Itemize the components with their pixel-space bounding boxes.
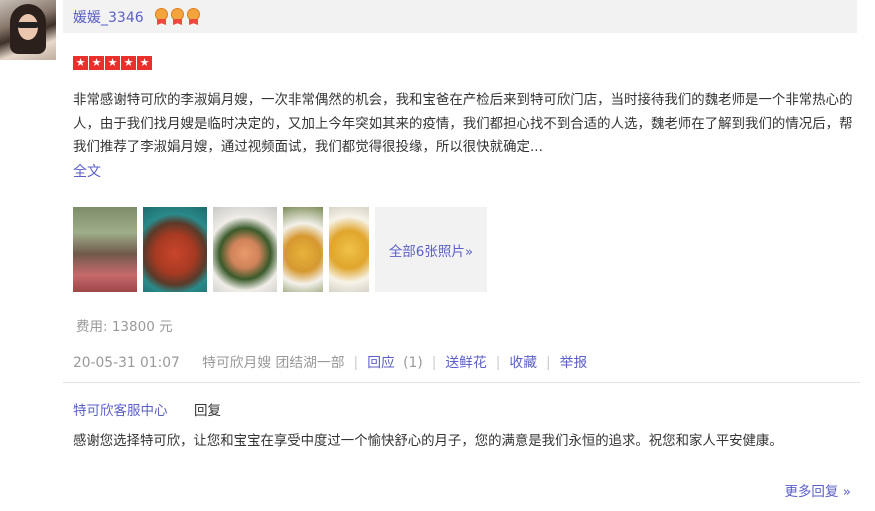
report-link[interactable]: 举报 (560, 351, 588, 371)
photo-thumbnail[interactable] (73, 207, 137, 292)
collect-link[interactable]: 收藏 (509, 351, 537, 371)
photo-thumbnail[interactable] (213, 207, 277, 292)
reply-count: (1) (403, 355, 423, 371)
medal-icon (154, 8, 169, 25)
reply-text: 感谢您选择特可欣，让您和宝宝在享受中度过一个愉快舒心的月子，您的满意是我们永恒的… (73, 434, 783, 449)
medal-icon (170, 8, 185, 25)
reply-link[interactable]: 回应 (367, 351, 395, 371)
star-icon: ★ (73, 56, 88, 70)
branch-name: 特可欣月嫂 团结湖一部 (202, 355, 345, 371)
separator: | (353, 355, 359, 371)
review-meta: 20-05-31 01:07 特可欣月嫂 团结湖一部 | 回应 (1) | 送鲜花 | 收藏… (73, 351, 587, 371)
send-flower-link[interactable]: 送鲜花 (445, 351, 486, 371)
review-date: 20-05-31 01:07 (73, 355, 180, 371)
full-text-link[interactable]: 全文 (73, 161, 101, 181)
separator: | (431, 355, 437, 371)
medal-badges (154, 8, 201, 25)
photo-thumbnail[interactable] (143, 207, 207, 292)
all-photos-link[interactable]: 全部6张照片» (375, 207, 487, 292)
username[interactable]: 媛媛_3346 (73, 7, 144, 27)
reply-label: 回复 (194, 403, 221, 419)
photo-thumbnail[interactable] (283, 207, 323, 292)
star-icon: ★ (121, 56, 136, 70)
separator: | (546, 355, 551, 371)
separator: | (495, 355, 501, 371)
star-rating: ★ ★ ★ ★ ★ (73, 56, 152, 70)
star-icon: ★ (137, 56, 152, 70)
divider (63, 382, 860, 383)
star-icon: ★ (105, 56, 120, 70)
avatar[interactable] (0, 0, 56, 60)
review-text: 非常感谢特可欣的李淑娟月嫂，一次非常偶然的机会，我和宝爸在产检后来到特可欣门店，… (73, 93, 853, 155)
avatar-sunglasses (17, 22, 39, 28)
photo-thumbnail[interactable] (329, 207, 369, 292)
more-replies-link[interactable]: 更多回复 » (784, 480, 851, 500)
reply-author[interactable]: 特可欣客服中心 (73, 399, 168, 419)
fee-text: 费用: 13800 元 (76, 319, 173, 335)
star-icon: ★ (89, 56, 104, 70)
medal-icon (186, 8, 201, 25)
